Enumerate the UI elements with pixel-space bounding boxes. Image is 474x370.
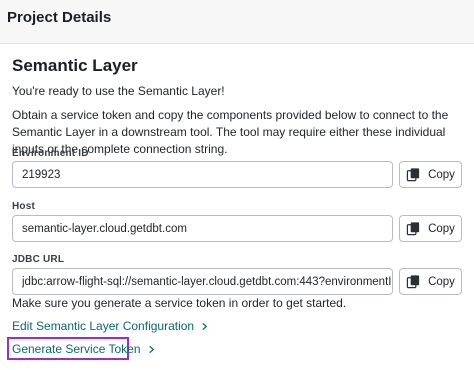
copy-label: Copy	[428, 275, 455, 288]
host-label: Host	[12, 201, 36, 212]
token-note: Make sure you generate a service token i…	[12, 296, 347, 310]
copy-label: Copy	[428, 168, 455, 181]
dialog-title: Project Details	[7, 9, 112, 26]
section-title: Semantic Layer	[12, 56, 138, 75]
edit-config-label: Edit Semantic Layer Configuration	[12, 319, 195, 333]
environment-id-label: Environment ID	[12, 148, 89, 159]
dialog-header: Project Details	[0, 0, 474, 44]
host-field[interactable]	[12, 215, 393, 242]
copy-environment-id-button[interactable]: Copy	[399, 161, 462, 188]
generate-token-label: Generate Service Token	[12, 342, 141, 356]
edit-semantic-layer-config-link[interactable]: Edit Semantic Layer Configuration	[12, 319, 209, 333]
copy-icon	[406, 275, 420, 289]
jdbc-url-label: JDBC URL	[12, 254, 65, 265]
copy-jdbc-url-button[interactable]: Copy	[399, 268, 462, 295]
copy-icon	[406, 222, 420, 236]
chevron-right-icon	[202, 322, 208, 330]
copy-label: Copy	[428, 222, 455, 235]
ready-message: You're ready to use the Semantic Layer!	[12, 84, 225, 98]
environment-id-field[interactable]	[12, 161, 393, 188]
jdbc-url-field[interactable]	[12, 268, 393, 295]
chevron-right-icon	[148, 345, 154, 353]
generate-service-token-link[interactable]: Generate Service Token	[12, 342, 156, 356]
copy-host-button[interactable]: Copy	[399, 215, 462, 242]
copy-icon	[406, 168, 420, 182]
